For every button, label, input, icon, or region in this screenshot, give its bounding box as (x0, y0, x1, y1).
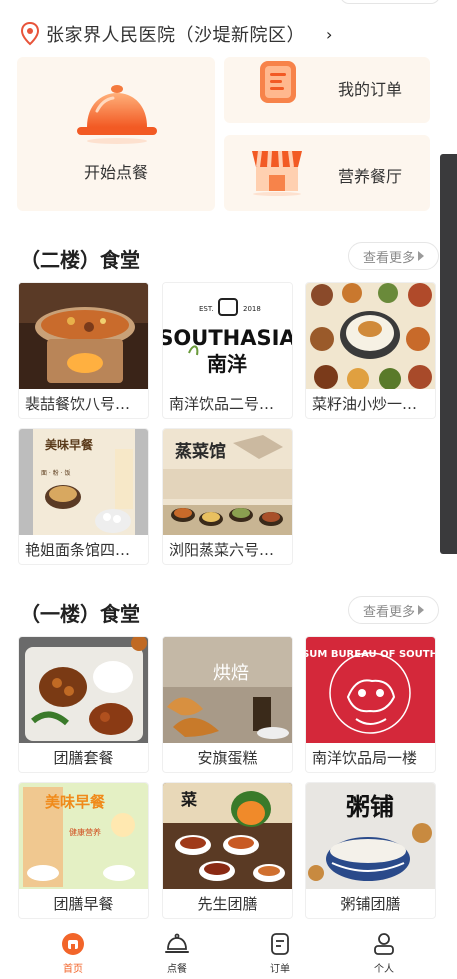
nav-order-food-label: 点餐 (167, 964, 187, 975)
nav-home-label: 首页 (63, 964, 83, 975)
canteen-tile[interactable]: 裴喆餐饮八号窗口 (18, 282, 149, 419)
canteen-name: 南洋饮品局一楼 (312, 749, 418, 767)
view-more-button-1f[interactable]: 查看更多 (348, 596, 439, 624)
nav-orders[interactable]: 订单 (250, 932, 310, 975)
steam-title: 蒸菜馆 (175, 441, 226, 462)
location-selector[interactable]: 张家界人民医院（沙堤新院区） (20, 20, 305, 48)
canteen-name: 安旗蛋糕 (197, 749, 258, 767)
user-icon (374, 933, 394, 955)
canteen-name: 菜籽油小炒一号窗口 (312, 395, 431, 413)
location-pin-icon (20, 22, 40, 46)
canteen-image: 粥铺 (306, 783, 435, 889)
canteen-name: 裴喆餐饮八号窗口 (25, 395, 144, 413)
my-orders-card[interactable]: 我的订单 (224, 57, 430, 123)
nutrition-restaurant-card[interactable]: 营养餐厅 (224, 135, 430, 211)
section-title-1f: （一楼）食堂 (20, 602, 140, 626)
location-name: 张家界人民医院（沙堤新院区） (46, 25, 305, 46)
canteen-tile[interactable]: 菜 先生团膳 (162, 782, 293, 919)
canteen-name: 团膳早餐 (53, 895, 114, 913)
canteen-name: 浏阳蒸菜六号窗口 (169, 541, 288, 559)
canteen-image: 美味早餐 健康营养 (19, 783, 148, 889)
canteen-tile[interactable]: SUM BUREAU OF SOUTH 南洋饮品局一楼 (305, 636, 436, 773)
my-orders-label: 我的订单 (338, 80, 403, 99)
section-title-2f: （二楼）食堂 (20, 248, 140, 272)
canteen-image (306, 283, 435, 389)
canteen-image: 菜 (163, 783, 292, 889)
canteen-image: SUM BUREAU OF SOUTH (306, 637, 435, 743)
canteen-name: 先生团膳 (197, 895, 258, 913)
view-more-label: 查看更多 (362, 250, 415, 266)
porridge-title: 粥铺 (346, 792, 394, 821)
cloche-icon (165, 933, 189, 953)
bake-title: 烘焙 (213, 663, 249, 684)
canteen-image: 烘焙 (163, 637, 292, 743)
gentleman-title: 菜 (180, 790, 197, 809)
canteen-tile[interactable]: 美味早餐 健康营养 团膳早餐 (18, 782, 149, 919)
order-icon (271, 933, 289, 955)
nav-order-food[interactable]: 点餐 (147, 932, 207, 975)
home-icon (62, 933, 84, 955)
triangle-right-icon (418, 605, 424, 615)
noodle-menu: 面 · 粉 · 饭 (41, 469, 70, 477)
chevron-right-icon[interactable]: › (326, 20, 332, 48)
canteen-name: 粥铺团膳 (340, 895, 401, 913)
nav-profile-label: 个人 (374, 964, 394, 975)
southasia-text: SOUTHASIA (163, 326, 292, 350)
noodle-title: 美味早餐 (45, 437, 94, 452)
canteen-name: 团膳套餐 (53, 749, 114, 767)
canteen-image (19, 283, 148, 389)
scrollbar[interactable] (440, 154, 457, 554)
nanyang-text: 南洋 (207, 352, 247, 376)
breakfast-sub: 健康营养 (69, 827, 101, 837)
shop-icon (252, 150, 302, 196)
canteen-tile[interactable]: 粥铺 粥铺团膳 (305, 782, 436, 919)
canteen-tile[interactable]: 美味早餐 面 · 粉 · 饭 艳姐面条馆四号窗口 (18, 428, 149, 565)
canteen-tile[interactable]: EST. 2018 SOUTHASIA 南洋 南洋饮品二号窗口 (162, 282, 293, 419)
bureau-text: SUM BUREAU OF SOUTH (306, 649, 435, 660)
canteen-image: 美味早餐 面 · 粉 · 饭 (19, 429, 148, 535)
canteen-image: 蒸菜馆 (163, 429, 292, 535)
est-text: EST. (199, 305, 214, 313)
year-text: 2018 (243, 305, 261, 313)
canteen-name: 南洋饮品二号窗口 (169, 395, 288, 413)
start-order-label: 开始点餐 (83, 163, 148, 182)
start-order-card[interactable]: 开始点餐 (17, 57, 215, 211)
canteen-image: EST. 2018 SOUTHASIA 南洋 (163, 283, 292, 389)
nav-home[interactable]: 首页 (43, 932, 103, 975)
canteen-tile[interactable]: 烘焙 安旗蛋糕 (162, 636, 293, 773)
nav-profile[interactable]: 个人 (354, 932, 414, 975)
view-more-label: 查看更多 (362, 604, 415, 620)
cloche-icon (77, 85, 157, 144)
canteen-tile[interactable]: 团膳套餐 (18, 636, 149, 773)
triangle-right-icon (418, 251, 424, 261)
canteen-tile[interactable]: 蒸菜馆 浏阳蒸菜六号窗口 (162, 428, 293, 565)
canteen-image (19, 637, 148, 743)
canteen-tile[interactable]: 菜籽油小炒一号窗口 (305, 282, 436, 419)
canteen-name: 艳姐面条馆四号窗口 (25, 541, 144, 559)
view-more-button-2f[interactable]: 查看更多 (348, 242, 439, 270)
top-partial-pill (340, 0, 440, 4)
nav-orders-label: 订单 (270, 964, 290, 975)
order-list-icon (260, 61, 296, 103)
bottom-nav: 首页 点餐 订单 个人 (0, 924, 457, 979)
breakfast-title: 美味早餐 (45, 793, 106, 811)
nutrition-label: 营养餐厅 (338, 167, 403, 186)
